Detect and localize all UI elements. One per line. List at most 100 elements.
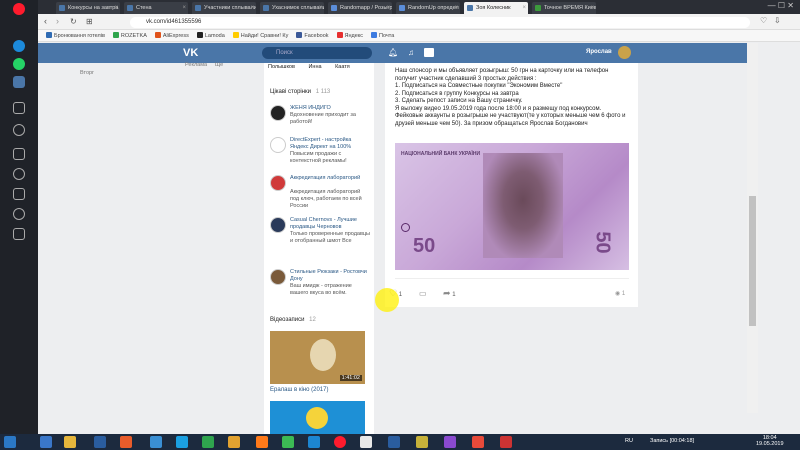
friend-name[interactable]: Инна [308, 64, 321, 70]
news-icon[interactable] [13, 188, 25, 200]
story-item[interactable]: Стильные Рюкзаки - Ростовчи Дону Ваш имид… [270, 269, 370, 307]
bookmark-item[interactable]: ROZETKA [112, 30, 147, 42]
clock[interactable]: 18:04 19.05.2019 [756, 435, 784, 447]
bookmark-item[interactable]: Почта [371, 30, 394, 42]
taskbar-app-icon[interactable] [94, 436, 106, 448]
vk-icon[interactable] [13, 76, 25, 88]
forward-icon[interactable]: › [56, 16, 59, 26]
vk-search-input[interactable]: Поиск [262, 47, 372, 59]
story-name[interactable]: ЖЕНЯ ИНДИГО [290, 105, 370, 112]
vk-logo[interactable]: VK [183, 47, 198, 59]
apps-icon[interactable] [13, 148, 25, 160]
browser-tab[interactable]: Randomapp / Розыгр × [328, 2, 392, 14]
video-thumbnail-2[interactable] [270, 401, 365, 434]
story-avatar[interactable] [270, 217, 286, 233]
story-avatar[interactable] [270, 105, 286, 121]
taskbar-app-icon[interactable] [308, 436, 320, 448]
recording-status[interactable]: Запись [00:04:18] [650, 438, 694, 444]
tab-close-icon[interactable]: × [250, 2, 254, 14]
video-thumbnail[interactable]: 1:41:02 [270, 331, 365, 384]
viber-icon[interactable] [444, 436, 456, 448]
browser-tab[interactable]: RandomUp определ × [396, 2, 460, 14]
left-nav-more[interactable]: Вторг [80, 70, 94, 76]
browser-tab[interactable]: Стена × [124, 2, 188, 14]
bookmark-item[interactable]: Facebook [296, 30, 329, 42]
tab-close-icon[interactable]: × [114, 2, 118, 14]
play-icon[interactable] [13, 124, 25, 136]
comment-icon[interactable]: ▭ [419, 289, 427, 298]
taskbar-app-icon[interactable] [228, 436, 240, 448]
friend-name[interactable]: Каатя [335, 64, 350, 70]
whatsapp-icon[interactable] [13, 58, 25, 70]
url-input[interactable]: vk.com/id461355596 [130, 17, 750, 28]
videos-title[interactable]: Відеозаписи [270, 317, 304, 323]
firefox-icon[interactable] [256, 436, 268, 448]
story-item[interactable]: Аккредитация лабораторий Аккредитация лаб… [270, 175, 370, 213]
story-avatar[interactable] [270, 137, 286, 153]
friend-name[interactable]: Полышков [268, 64, 295, 70]
story-name[interactable]: DirectExpert - настройка Яндекс Директ н… [290, 137, 370, 151]
bookmark-item[interactable]: AliExpress [154, 30, 189, 42]
taskbar-app-icon[interactable] [388, 436, 400, 448]
browser-tab[interactable]: Конкурсы на завтра × [56, 2, 120, 14]
browser-tab[interactable]: Участники сплывали × [192, 2, 256, 14]
bell-icon[interactable]: 🔔︎ [388, 48, 398, 57]
taskbar-app-icon[interactable] [202, 436, 214, 448]
reload-icon[interactable]: ↻ [70, 17, 77, 26]
history-icon[interactable] [13, 208, 25, 220]
avatar[interactable] [618, 46, 631, 59]
browser-tab[interactable]: Ухаснимок сплывали × [260, 2, 324, 14]
share-button[interactable]: ➦ 1 [443, 288, 456, 299]
story-name[interactable]: Аккредитация лабораторий [290, 175, 370, 182]
scrollbar-thumb[interactable] [749, 196, 756, 326]
bookmark-item[interactable]: Lamoda [196, 30, 225, 42]
heart-icon[interactable] [13, 168, 25, 180]
skype-icon[interactable] [176, 436, 188, 448]
taskbar-app-icon[interactable] [120, 436, 132, 448]
browser-tab[interactable]: Точное ВРЕМЯ Киев × [532, 2, 596, 14]
opera-logo-icon[interactable] [13, 3, 25, 15]
taskbar-app-icon[interactable] [500, 436, 512, 448]
story-item[interactable]: Casual Chernovs - Лучшие продавцы Чернов… [270, 217, 370, 255]
chrome-icon[interactable] [282, 436, 294, 448]
tab-close-icon[interactable]: × [182, 2, 186, 14]
window-controls[interactable]: — ☐ ✕ [768, 1, 794, 10]
speed-dial-icon[interactable]: ⊞ [86, 17, 93, 26]
tab-close-icon[interactable]: × [386, 2, 390, 14]
messenger-icon[interactable] [13, 40, 25, 52]
bookmark-item[interactable]: Бронювання готелів [46, 30, 105, 42]
player-icon[interactable] [424, 48, 434, 57]
extensions-icon[interactable] [13, 228, 25, 240]
tab-close-icon[interactable]: × [454, 2, 458, 14]
taskbar-app-icon[interactable] [416, 436, 428, 448]
stories-title[interactable]: Цікаві сторінки [270, 89, 311, 95]
download-icon[interactable]: ⇩ [774, 16, 781, 25]
ads-more-link[interactable]: Ще [215, 62, 223, 68]
camera-icon[interactable] [13, 102, 25, 114]
bookmark-item[interactable]: Найди! Сравни! Ку [232, 30, 288, 42]
video-title[interactable]: Ералаш в кіно (2017) [270, 387, 328, 393]
banknote-image[interactable]: НАЦІОНАЛЬНИЙ БАНК УКРАЇНИ 50 50 [395, 143, 629, 270]
story-avatar[interactable] [270, 269, 286, 285]
keyboard-language[interactable]: RU [625, 438, 633, 444]
bookmark-item[interactable]: Яндекс [336, 30, 363, 42]
story-name[interactable]: Стильные Рюкзаки - Ростовчи Дону [290, 269, 370, 283]
vk-user-name[interactable]: Ярослав [586, 49, 612, 55]
back-icon[interactable]: ‹ [44, 16, 47, 26]
yandex-icon[interactable] [360, 436, 372, 448]
music-icon[interactable]: ♫ [408, 48, 414, 57]
story-avatar[interactable] [270, 175, 286, 191]
bookmark-heart-icon[interactable]: ♡ [760, 16, 767, 25]
tab-close-icon[interactable]: × [590, 2, 594, 14]
ads-link[interactable]: Реклама [185, 62, 207, 68]
taskbar-app-icon[interactable] [472, 436, 484, 448]
tab-close-icon[interactable]: × [522, 2, 526, 14]
tab-close-icon[interactable]: × [318, 2, 322, 14]
folder-icon[interactable] [64, 436, 76, 448]
opera-taskbar-icon[interactable] [334, 436, 346, 448]
story-item[interactable]: DirectExpert - настройка Яндекс Директ н… [270, 137, 370, 175]
browser-tab[interactable]: Зоя Колесник × [464, 2, 528, 14]
start-button[interactable] [4, 436, 16, 448]
taskbar-app-icon[interactable] [40, 436, 52, 448]
story-name[interactable]: Casual Chernovs - Лучшие продавцы Чернов… [290, 217, 370, 231]
